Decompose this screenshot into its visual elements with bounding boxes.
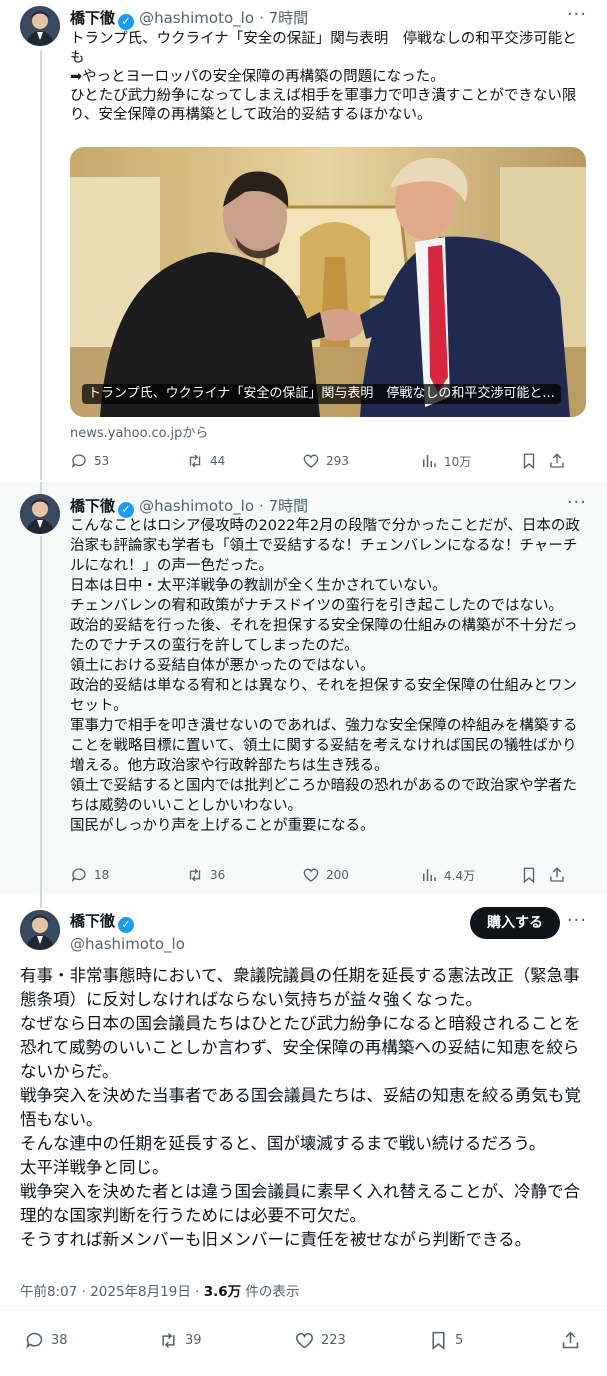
retweet-icon bbox=[189, 454, 201, 468]
handle[interactable]: @hashimoto_lo bbox=[70, 935, 185, 953]
thread-line bbox=[40, 482, 42, 494]
reply-button[interactable]: 53 bbox=[70, 452, 109, 470]
link-card[interactable]: トランプ氏、ウクライナ「安全の保証」関与表明 停戦なしの和平交渉可能と... bbox=[70, 147, 586, 417]
retweet-count: 36 bbox=[210, 868, 226, 882]
like-count: 223 bbox=[321, 1333, 346, 1348]
verified-icon: ✓ bbox=[118, 14, 135, 30]
heart-icon bbox=[295, 1332, 314, 1349]
retweet-button[interactable]: 39 bbox=[158, 1330, 202, 1351]
tweet-text: トランプ氏、ウクライナ「安全の保証」関与表明 停戦なしの和平交渉可能とも ➡やっ… bbox=[70, 31, 577, 123]
tweet-header: 橋下徹 ✓ @hashimoto_lo · 7時間 bbox=[70, 7, 308, 30]
subscribe-button[interactable]: 購入する bbox=[470, 907, 560, 939]
reply-button[interactable]: 38 bbox=[24, 1330, 68, 1351]
retweet-count: 39 bbox=[185, 1333, 202, 1348]
more-icon[interactable]: ··· bbox=[567, 910, 587, 931]
views-icon bbox=[423, 455, 436, 467]
retweet-icon bbox=[189, 868, 201, 882]
bookmark-icon bbox=[523, 867, 535, 884]
retweet-button[interactable]: 44 bbox=[186, 452, 225, 470]
display-name[interactable]: 橋下徹 bbox=[70, 9, 115, 27]
bookmark-button[interactable] bbox=[520, 866, 538, 884]
display-name[interactable]: 橋下徹 bbox=[70, 497, 115, 515]
like-count: 293 bbox=[326, 454, 349, 468]
reply-icon bbox=[71, 868, 86, 883]
reply-button[interactable]: 18 bbox=[70, 866, 109, 884]
like-count: 200 bbox=[326, 868, 349, 882]
tweet-header: 橋下徹 ✓ @hashimoto_lo · 7時間 bbox=[70, 495, 308, 518]
share-button[interactable] bbox=[560, 1330, 581, 1351]
bookmark-button[interactable] bbox=[520, 452, 538, 470]
tweet-text: こんなことはロシア侵攻時の2022年2月の段階で分かったことだが、日本の政治家も… bbox=[70, 518, 580, 834]
avatar[interactable] bbox=[20, 910, 60, 950]
like-button[interactable]: 223 bbox=[294, 1330, 346, 1351]
share-icon bbox=[562, 1331, 579, 1349]
reply-icon bbox=[26, 1332, 43, 1349]
more-icon[interactable]: ··· bbox=[567, 492, 587, 513]
timestamp[interactable]: · 7時間 bbox=[259, 497, 308, 515]
news-photo bbox=[70, 147, 586, 417]
share-icon bbox=[550, 453, 564, 468]
card-source[interactable]: news.yahoo.co.jpから bbox=[70, 422, 208, 441]
thread-line bbox=[40, 894, 42, 908]
bookmark-count: 5 bbox=[455, 1333, 464, 1348]
share-icon bbox=[550, 867, 564, 882]
share-button[interactable] bbox=[548, 866, 566, 884]
tweet-text: 有事・非常事態時において、衆議院議員の任期を延長する憲法改正（緊急事態条項）に反… bbox=[20, 966, 581, 1249]
bookmark-icon bbox=[432, 1331, 445, 1351]
more-icon[interactable]: ··· bbox=[567, 4, 587, 25]
heart-icon bbox=[303, 868, 319, 882]
retweet-count: 44 bbox=[210, 454, 226, 468]
display-name[interactable]: 橋下徹 bbox=[70, 912, 115, 930]
views-button[interactable]: 4.4万 bbox=[420, 866, 475, 884]
reply-count: 18 bbox=[94, 868, 110, 882]
view-count: 4.4万 bbox=[444, 868, 476, 883]
avatar[interactable] bbox=[20, 494, 60, 534]
thread-line bbox=[40, 536, 42, 894]
view-count: 10万 bbox=[444, 454, 472, 469]
verified-icon: ✓ bbox=[118, 917, 135, 933]
bookmark-icon bbox=[523, 453, 535, 470]
view-count: 3.6万 bbox=[203, 1284, 242, 1300]
retweet-icon bbox=[162, 1332, 175, 1349]
divider bbox=[0, 1310, 607, 1311]
action-bar: 18 36 200 4.4万 bbox=[70, 866, 589, 886]
reply-count: 38 bbox=[51, 1333, 68, 1348]
views-button[interactable]: 10万 bbox=[420, 452, 471, 470]
views-icon bbox=[423, 869, 436, 881]
like-button[interactable]: 200 bbox=[302, 866, 349, 884]
tweet-1[interactable]: 橋下徹 ✓ @hashimoto_lo · 7時間 ··· トランプ氏、ウクライナ… bbox=[0, 0, 607, 480]
main-tweet: 橋下徹 ✓ @hashimoto_lo 購入する ··· 有事・非常事態時において… bbox=[0, 894, 607, 1376]
timestamp[interactable]: · 7時間 bbox=[259, 9, 308, 27]
card-caption: トランプ氏、ウクライナ「安全の保証」関与表明 停戦なしの和平交渉可能と... bbox=[82, 384, 561, 404]
like-button[interactable]: 293 bbox=[302, 452, 349, 470]
handle[interactable]: @hashimoto_lo bbox=[139, 9, 254, 27]
post-timestamp[interactable]: 午前8:07 · 2025年8月19日 · bbox=[20, 1284, 204, 1300]
thread-line bbox=[40, 50, 42, 480]
view-label: 件の表示 bbox=[241, 1284, 300, 1300]
reply-count: 53 bbox=[94, 454, 110, 468]
tweet-2[interactable]: 橋下徹 ✓ @hashimoto_lo · 7時間 ··· こんなことはロシア侵攻… bbox=[0, 482, 607, 894]
handle[interactable]: @hashimoto_lo bbox=[139, 497, 254, 515]
share-button[interactable] bbox=[548, 452, 566, 470]
retweet-button[interactable]: 36 bbox=[186, 866, 225, 884]
bookmark-button[interactable]: 5 bbox=[428, 1330, 463, 1351]
tweet-header: 橋下徹 ✓ @hashimoto_lo bbox=[70, 910, 185, 953]
heart-icon bbox=[303, 454, 319, 468]
tweet-meta: 午前8:07 · 2025年8月19日 · 3.6万 件の表示 bbox=[20, 1280, 299, 1300]
reply-icon bbox=[71, 454, 86, 469]
card-caption-text: トランプ氏、ウクライナ「安全の保証」関与表明 停戦なしの和平交渉可能と... bbox=[88, 386, 555, 401]
action-bar: 38 39 223 5 bbox=[24, 1330, 583, 1352]
avatar[interactable] bbox=[20, 6, 60, 46]
action-bar: 53 44 293 10万 bbox=[70, 452, 589, 472]
